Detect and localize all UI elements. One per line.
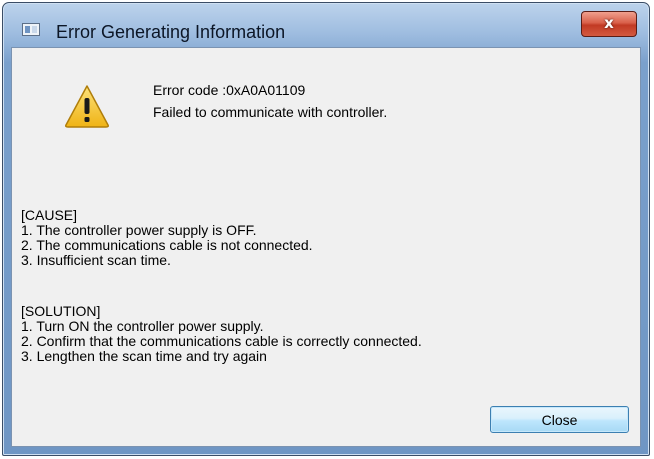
close-icon: x [604, 14, 614, 32]
cause-item: 1. The controller power supply is OFF. [21, 222, 257, 238]
cause-item: 2. The communications cable is not conne… [21, 237, 313, 253]
app-window-icon [22, 23, 40, 36]
solution-heading: [SOLUTION] [21, 303, 101, 319]
close-button[interactable]: Close [490, 406, 629, 433]
dialog-body: Error code :0xA0A01109 Failed to communi… [11, 47, 641, 447]
window-title: Error Generating Information [56, 22, 286, 42]
title-close-button[interactable]: x [581, 11, 637, 37]
error-code-text: Error code :0xA0A01109 [153, 82, 306, 98]
error-message-text: Failed to communicate with controller. [153, 104, 388, 120]
warning-icon [65, 85, 109, 128]
solution-item: 1. Turn ON the controller power supply. [21, 318, 264, 334]
dialog-window: Error Generating Information x Error cod… [2, 2, 650, 456]
title-bar[interactable]: Error Generating Information x [3, 3, 649, 42]
cause-item: 3. Insufficient scan time. [21, 252, 171, 268]
cause-heading: [CAUSE] [21, 207, 78, 223]
solution-item: 3. Lengthen the scan time and try again [21, 348, 267, 364]
solution-section: [SOLUTION] 1. Turn ON the controller pow… [21, 304, 422, 364]
solution-item: 2. Confirm that the communications cable… [21, 333, 422, 349]
cause-section: [CAUSE] 1. The controller power supply i… [21, 208, 313, 268]
